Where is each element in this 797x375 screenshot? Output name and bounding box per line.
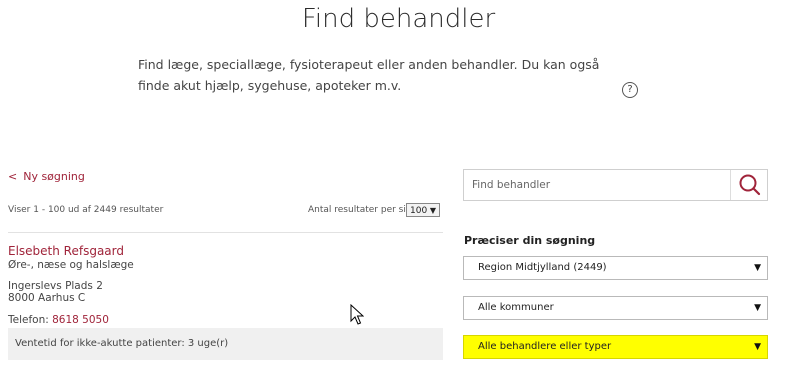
page-title: Find behandler <box>301 4 496 34</box>
result-city: 8000 Aarhus C <box>8 292 86 304</box>
municipality-select[interactable]: Alle kommuner ▼ <box>463 296 768 320</box>
per-page-select[interactable]: 100 ▼ <box>406 203 440 217</box>
result-specialty: Øre-, næse og halslæge <box>8 259 134 271</box>
new-search-label: Ny søgning <box>23 170 85 183</box>
municipality-value: Alle kommuner <box>478 302 554 313</box>
dropdown-arrow-icon: ▼ <box>754 263 761 273</box>
search-icon <box>739 174 761 196</box>
per-page-label: Antal resultater per side: <box>308 205 421 215</box>
per-page-value: 100 <box>410 206 428 216</box>
divider <box>8 232 443 233</box>
search-input[interactable]: Find behandler <box>472 170 550 200</box>
new-search-link[interactable]: < Ny søgning <box>8 170 85 183</box>
phone-label: Telefon: <box>8 314 49 326</box>
region-select[interactable]: Region Midtjylland (2449) ▼ <box>463 256 768 280</box>
result-name-link[interactable]: Elsebeth Refsgaard <box>8 244 124 258</box>
search-box[interactable]: Find behandler <box>463 169 768 201</box>
help-icon[interactable]: ? <box>622 82 638 98</box>
refine-title: Præciser din søgning <box>464 234 596 247</box>
chevron-left-icon: < <box>8 170 18 183</box>
result-street: Ingerslevs Plads 2 <box>8 280 103 292</box>
provider-type-value: Alle behandlere eller typer <box>478 341 612 352</box>
provider-type-select[interactable]: Alle behandlere eller typer ▼ <box>463 335 768 359</box>
dropdown-arrow-icon: ▼ <box>754 342 761 352</box>
result-phone: Telefon: 8618 5050 <box>8 314 109 326</box>
mouse-cursor-icon <box>350 304 364 325</box>
intro-text: Find læge, speciallæge, fysioterapeut el… <box>138 57 600 93</box>
result-count: Viser 1 - 100 ud af 2449 resultater <box>8 205 164 215</box>
region-value: Region Midtjylland (2449) <box>478 262 607 273</box>
dropdown-arrow-icon: ▼ <box>429 206 436 215</box>
dropdown-arrow-icon: ▼ <box>754 303 761 313</box>
search-button[interactable] <box>730 170 768 200</box>
wait-time-banner: Ventetid for ikke-akutte patienter: 3 ug… <box>8 328 443 360</box>
phone-number-link[interactable]: 8618 5050 <box>52 314 109 326</box>
